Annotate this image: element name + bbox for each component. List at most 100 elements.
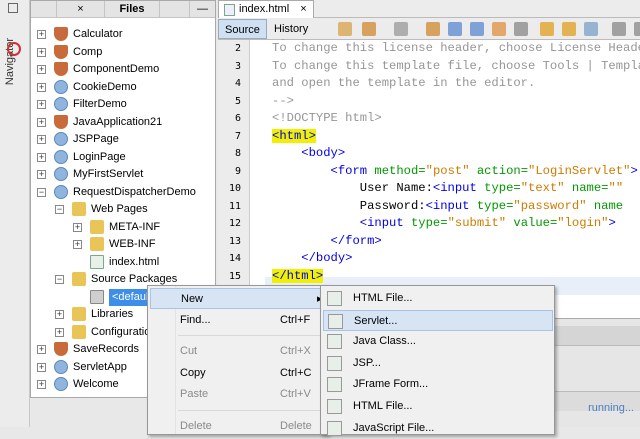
- expand-icon[interactable]: +: [37, 82, 46, 92]
- tree-item[interactable]: + JavaApplication21: [31, 114, 215, 131]
- expand-icon[interactable]: +: [73, 222, 82, 232]
- menu-item-copy[interactable]: Copy Ctrl+C: [150, 363, 326, 384]
- collapse-icon[interactable]: −: [55, 205, 64, 214]
- tab-projects-close[interactable]: ×: [57, 1, 105, 17]
- expand-icon[interactable]: +: [73, 240, 82, 249]
- java-project-icon: [54, 62, 68, 76]
- html-file-icon: [224, 4, 235, 16]
- shift-right-icon[interactable]: [634, 22, 640, 36]
- tree-item[interactable]: + MyFirstServlet: [31, 166, 215, 183]
- web-project-icon: [54, 167, 68, 181]
- menu-item-shortcut: Ctrl+V: [280, 388, 311, 400]
- code-line[interactable]: <form method="post" action="LoginServlet…: [272, 163, 638, 180]
- progress-status[interactable]: running...: [588, 402, 634, 414]
- folder-icon: [90, 237, 104, 251]
- submenu-item-jframeform[interactable]: JFrame Form...: [323, 374, 553, 395]
- code-line[interactable]: and open the template in the editor.: [272, 75, 535, 92]
- next-bookmark-icon[interactable]: [562, 22, 576, 36]
- tree-item[interactable]: + LoginPage: [31, 149, 215, 166]
- close-icon[interactable]: [31, 1, 57, 17]
- submenu-item-jsp[interactable]: JSP...: [323, 353, 553, 374]
- tree-item[interactable]: + WEB-INF: [31, 236, 215, 253]
- tree-item[interactable]: index.html: [31, 254, 215, 271]
- tree-item[interactable]: + CookieDemo: [31, 79, 215, 96]
- code-line[interactable]: <input type="submit" value="login">: [272, 215, 616, 232]
- code-line[interactable]: To change this template file, choose Too…: [272, 58, 640, 75]
- tree-item[interactable]: − Web Pages: [31, 201, 215, 218]
- find-previous-icon[interactable]: [448, 22, 462, 36]
- code-line[interactable]: User Name:<input type="text" name="": [272, 180, 623, 197]
- expand-icon[interactable]: +: [37, 47, 46, 57]
- find-next-icon[interactable]: [470, 22, 484, 36]
- shift-left-icon[interactable]: [612, 22, 626, 36]
- expand-icon[interactable]: +: [55, 327, 64, 337]
- source-button[interactable]: Source: [218, 19, 267, 39]
- line-number: 15: [228, 270, 241, 282]
- expand-icon[interactable]: +: [37, 117, 46, 127]
- toggle-bookmark-icon[interactable]: [584, 22, 598, 36]
- menu-item-delete[interactable]: Delete Delete: [150, 416, 326, 437]
- tree-item-label: LoginPage: [73, 150, 126, 163]
- submenu-item-servlet[interactable]: Servlet...: [323, 309, 553, 331]
- tree-item[interactable]: + JSPPage: [31, 131, 215, 148]
- editor-tab-bar: index.html ×: [218, 0, 640, 18]
- expand-icon[interactable]: +: [37, 152, 46, 162]
- code-line[interactable]: <!DOCTYPE html>: [272, 110, 382, 127]
- history-button[interactable]: History: [268, 19, 314, 39]
- line-number: 4: [234, 78, 241, 89]
- tree-item[interactable]: + Calculator: [31, 26, 215, 43]
- expand-icon[interactable]: +: [37, 65, 46, 74]
- expand-icon[interactable]: +: [37, 135, 46, 144]
- code-line[interactable]: To change this license header, choose Li…: [272, 40, 640, 57]
- back-icon[interactable]: [362, 22, 376, 36]
- select-icon[interactable]: [514, 22, 528, 36]
- tree-item[interactable]: + FilterDemo: [31, 96, 215, 113]
- submenu-item-javascriptfile[interactable]: JavaScript File...: [323, 418, 553, 439]
- tree-item[interactable]: + Comp: [31, 44, 215, 61]
- expand-icon[interactable]: +: [37, 362, 46, 372]
- submenu-item-javaclass[interactable]: Java Class...: [323, 331, 553, 352]
- tree-item-label: Web Pages: [91, 203, 148, 215]
- forward-icon[interactable]: [394, 22, 408, 36]
- previous-bookmark-icon[interactable]: [540, 22, 554, 36]
- code-line[interactable]: <body>: [272, 145, 345, 162]
- window-icon[interactable]: [8, 3, 18, 13]
- tab-index-html[interactable]: index.html ×: [218, 0, 314, 18]
- expand-icon[interactable]: +: [37, 170, 46, 179]
- expand-icon[interactable]: +: [55, 310, 64, 319]
- submenu-item-htmlfile[interactable]: HTML File...: [323, 396, 553, 417]
- expand-icon[interactable]: +: [37, 345, 46, 354]
- menu-item-find[interactable]: Find... Ctrl+F: [150, 310, 326, 331]
- code-line[interactable]: </form>: [272, 233, 382, 250]
- toggle-highlight-icon[interactable]: [492, 22, 506, 36]
- code-line[interactable]: -->: [272, 93, 294, 110]
- menu-item-cut[interactable]: Cut Ctrl+X: [150, 341, 326, 362]
- context-menu: New▸ Find... Ctrl+F Cut Ctrl+X Copy Ctrl+C Past…: [147, 285, 329, 435]
- minimize-button[interactable]: —: [190, 1, 215, 17]
- expand-icon[interactable]: +: [37, 100, 46, 109]
- code-line[interactable]: Password:<input type="password" name: [272, 198, 623, 215]
- tab-files[interactable]: Files: [105, 1, 160, 17]
- expand-icon[interactable]: +: [37, 30, 46, 39]
- tree-item[interactable]: + META-INF: [31, 219, 215, 236]
- tree-item[interactable]: − RequestDispatcherDemo: [31, 184, 215, 201]
- code-line[interactable]: <html>: [272, 128, 316, 145]
- code-line[interactable]: </body>: [272, 250, 352, 267]
- expand-icon[interactable]: +: [37, 380, 46, 389]
- collapse-icon[interactable]: −: [37, 187, 46, 197]
- tree-item-label: MyFirstServlet: [73, 168, 144, 180]
- tree-item-label: ServletApp: [73, 360, 127, 373]
- menu-item-shortcut: Ctrl+F: [280, 313, 311, 326]
- tree-item[interactable]: + ComponentDemo: [31, 61, 215, 78]
- collapse-icon[interactable]: −: [55, 275, 64, 284]
- submenu-item-label: Servlet...: [354, 314, 398, 327]
- menu-item-paste[interactable]: Paste Ctrl+V: [150, 384, 326, 405]
- menu-item-shortcut: Ctrl+C: [280, 366, 312, 379]
- find-icon[interactable]: [426, 22, 440, 36]
- menu-item-new[interactable]: New▸: [150, 288, 326, 309]
- submenu-item-htmlfile[interactable]: HTML File...: [323, 288, 553, 309]
- tab-close-button[interactable]: ×: [300, 3, 306, 15]
- code-line[interactable]: </html>: [272, 268, 324, 285]
- last-edit-icon[interactable]: [338, 22, 352, 36]
- navigator-strip: Navigator: [0, 0, 30, 427]
